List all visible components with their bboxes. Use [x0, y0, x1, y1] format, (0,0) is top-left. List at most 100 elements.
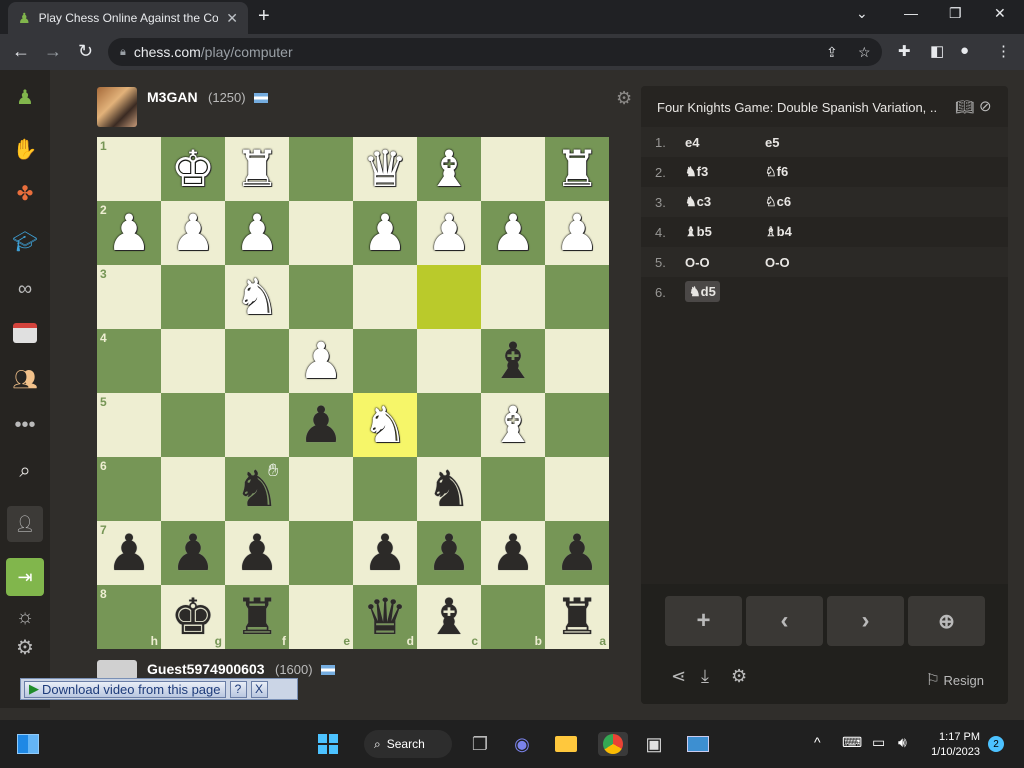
- white-move[interactable]: e4: [685, 135, 765, 150]
- board-settings-gear-icon[interactable]: ⚙: [616, 88, 632, 109]
- keyboard-icon[interactable]: ⌨: [842, 734, 862, 751]
- close-download-bar-button[interactable]: X: [250, 680, 268, 698]
- white-pawn-icon[interactable]: ♟: [555, 208, 600, 258]
- black-move[interactable]: O-O: [765, 255, 845, 270]
- play-icon[interactable]: ✋: [10, 134, 40, 164]
- board-square[interactable]: 2 ♟: [97, 201, 161, 265]
- news-icon[interactable]: [10, 318, 40, 348]
- close-window-button[interactable]: ✕: [994, 5, 1006, 22]
- download-video-button[interactable]: ▶ Download video from this page: [24, 680, 226, 698]
- board-square[interactable]: ♚: [161, 137, 225, 201]
- board-square[interactable]: b: [481, 585, 545, 649]
- board-square[interactable]: [353, 329, 417, 393]
- watch-icon[interactable]: ∞: [10, 274, 40, 304]
- menu-kebab-icon[interactable]: ⋮: [996, 42, 1011, 60]
- board-square[interactable]: [289, 137, 353, 201]
- reload-button[interactable]: ↻: [78, 41, 93, 62]
- black-pawn-icon[interactable]: ♟: [491, 528, 536, 578]
- tab-search-chevron-icon[interactable]: ⌄: [856, 5, 868, 22]
- extensions-icon[interactable]: ✚: [898, 42, 911, 60]
- board-square[interactable]: [417, 265, 481, 329]
- white-move[interactable]: O-O: [685, 255, 765, 270]
- next-move-button[interactable]: ›: [827, 596, 904, 646]
- new-tab-button[interactable]: +: [258, 5, 270, 28]
- analysis-zoom-button[interactable]: ⊕: [908, 596, 985, 646]
- board-square[interactable]: [417, 329, 481, 393]
- black-move[interactable]: ♘f6: [765, 164, 845, 180]
- board-square[interactable]: [545, 457, 609, 521]
- board-square[interactable]: ♝: [481, 329, 545, 393]
- black-queen-icon[interactable]: ♛: [363, 592, 408, 642]
- board-square[interactable]: ♟: [225, 521, 289, 585]
- minimize-button[interactable]: —: [904, 5, 918, 21]
- sign-up-icon[interactable]: 👤︎: [7, 506, 43, 542]
- board-square[interactable]: [545, 265, 609, 329]
- black-pawn-icon[interactable]: ♟: [299, 400, 344, 450]
- book-icon[interactable]: 📖︎: [955, 98, 974, 116]
- board-square[interactable]: [161, 329, 225, 393]
- white-king-icon[interactable]: ♚: [171, 144, 216, 194]
- board-square[interactable]: a ♜: [545, 585, 609, 649]
- black-pawn-icon[interactable]: ♟: [107, 528, 152, 578]
- puzzles-icon[interactable]: ✤: [10, 178, 40, 208]
- board-square[interactable]: ♟: [161, 201, 225, 265]
- black-bishop-icon[interactable]: ♝: [491, 336, 536, 386]
- volume-icon[interactable]: 🔊︎: [898, 734, 907, 751]
- back-button[interactable]: ←: [12, 41, 30, 62]
- search-icon[interactable]: ⌕: [10, 456, 40, 486]
- board-square[interactable]: ♞: [417, 457, 481, 521]
- system-clock[interactable]: 1:17 PM 1/10/2023: [931, 730, 980, 760]
- white-rook-icon[interactable]: ♜: [555, 144, 600, 194]
- board-square[interactable]: ♟: [417, 521, 481, 585]
- new-game-button[interactable]: +: [665, 596, 742, 646]
- show-hidden-icons-chevron-icon[interactable]: ^: [814, 734, 821, 750]
- board-square[interactable]: c ♝: [417, 585, 481, 649]
- login-icon[interactable]: ⇥: [6, 558, 44, 596]
- share-icon[interactable]: ⇪: [826, 44, 838, 61]
- board-square[interactable]: [545, 329, 609, 393]
- black-pawn-icon[interactable]: ♟: [235, 528, 280, 578]
- widgets-icon[interactable]: [16, 732, 40, 756]
- opponent-name[interactable]: M3GAN: [147, 89, 198, 105]
- board-square[interactable]: [289, 457, 353, 521]
- board-square[interactable]: [545, 393, 609, 457]
- social-icon[interactable]: 👥︎: [10, 364, 40, 394]
- maximize-button[interactable]: ❐: [949, 5, 962, 22]
- board-square[interactable]: ♟: [481, 201, 545, 265]
- white-move[interactable]: ♞d5: [685, 281, 765, 302]
- white-pawn-icon[interactable]: ♟: [107, 208, 152, 258]
- bookmark-star-icon[interactable]: ☆: [858, 44, 871, 61]
- black-pawn-icon[interactable]: ♟: [171, 528, 216, 578]
- board-square[interactable]: ♝: [417, 137, 481, 201]
- white-pawn-icon[interactable]: ♟: [363, 208, 408, 258]
- guest-avatar[interactable]: [97, 660, 137, 680]
- chess-board[interactable]: 1 ♚ ♜ ♛ ♝ ♜ 2 ♟ ♟ ♟ ♟ ♟ ♟ ♟ 3 ♞ 4 ♟ ♝ 5 ♟ ♞ ♝ 6 ♞ ♞ 7 ♟ ♟ ♟ ♟ ♟ ♟ ♟ 8 h g ♚ f ♜…: [97, 137, 609, 649]
- board-square[interactable]: ♛: [353, 137, 417, 201]
- board-square[interactable]: [161, 393, 225, 457]
- opponent-avatar[interactable]: [97, 87, 137, 127]
- taskbar-search-button[interactable]: ⌕ Search: [364, 730, 452, 758]
- board-square[interactable]: ♞: [225, 265, 289, 329]
- board-square[interactable]: ♟: [289, 329, 353, 393]
- board-square[interactable]: 4: [97, 329, 161, 393]
- task-view-icon[interactable]: ❐: [468, 732, 492, 756]
- white-bishop-icon[interactable]: ♝: [491, 400, 536, 450]
- photos-icon[interactable]: [686, 732, 710, 756]
- board-square[interactable]: [353, 457, 417, 521]
- browser-tab[interactable]: ♟ Play Chess Online Against the Co ✕: [8, 2, 248, 34]
- notification-badge[interactable]: 2: [988, 736, 1004, 752]
- white-bishop-icon[interactable]: ♝: [427, 144, 472, 194]
- white-move[interactable]: ♝b5: [685, 224, 765, 240]
- board-square[interactable]: d ♛: [353, 585, 417, 649]
- board-square[interactable]: 8h: [97, 585, 161, 649]
- board-square[interactable]: [161, 457, 225, 521]
- board-square[interactable]: [481, 265, 545, 329]
- profile-icon[interactable]: ●: [960, 42, 969, 59]
- chrome-icon[interactable]: [598, 732, 628, 756]
- board-square[interactable]: ♟: [545, 521, 609, 585]
- board-square[interactable]: ♟: [417, 201, 481, 265]
- learn-icon[interactable]: 🎓︎: [10, 226, 40, 256]
- address-bar[interactable]: 🔒︎ chess.com/play/computer ⇪ ☆: [108, 38, 882, 66]
- board-square[interactable]: [481, 137, 545, 201]
- board-square[interactable]: [225, 329, 289, 393]
